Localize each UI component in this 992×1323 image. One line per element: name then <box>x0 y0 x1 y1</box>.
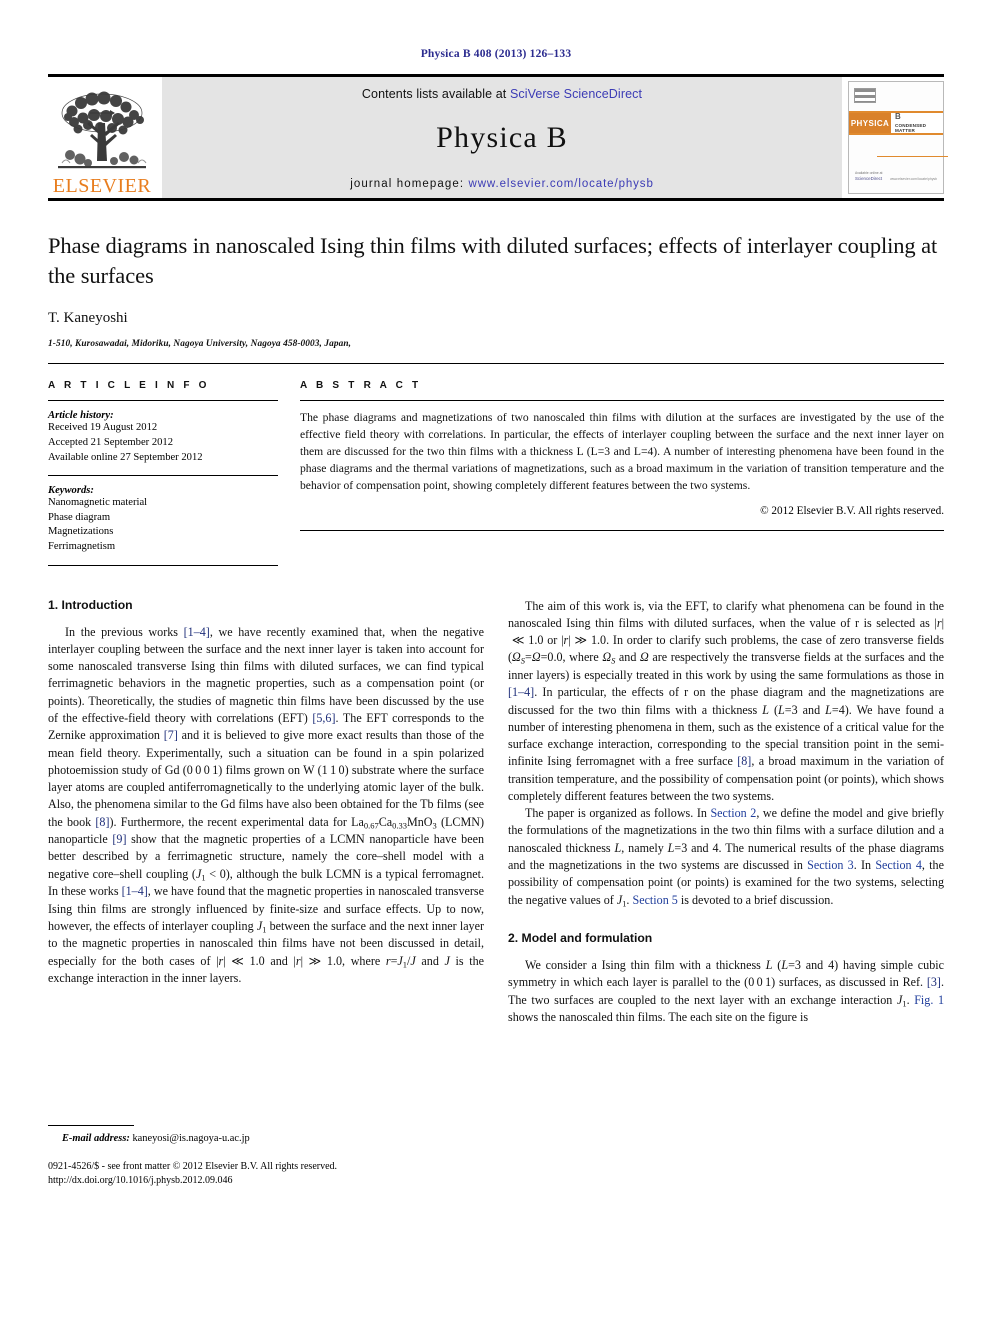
cover-sciencedirect: Available online at ScienceDirect <box>855 171 882 181</box>
citation-link[interactable]: [8] <box>95 815 109 829</box>
article-info-column: A R T I C L E I N F O Article history: R… <box>48 380 278 566</box>
right-column: The aim of this work is, via the EFT, to… <box>508 598 944 1188</box>
citation-link[interactable]: [7] <box>164 728 178 742</box>
article-info-bottom-rule <box>48 564 278 566</box>
intro-paragraph-3: The paper is organized as follows. In Se… <box>508 806 945 908</box>
citation-link[interactable]: [5,6] <box>312 711 335 725</box>
author-list: T. Kaneyoshi <box>48 310 128 327</box>
citation-link[interactable]: [1–4] <box>508 685 534 699</box>
section-link[interactable]: Section 5 <box>632 893 677 907</box>
model-paragraph-1: We consider a Ising thin film with a thi… <box>508 958 945 1025</box>
article-history-label: Article history: <box>48 410 114 422</box>
running-head: Physica B 408 (2013) 126–133 <box>420 48 572 60</box>
cover-title-right: B CONDENSED MATTER <box>891 113 943 133</box>
history-accepted: Accepted 21 September 2012 <box>48 436 174 448</box>
journal-homepage-link[interactable]: www.elsevier.com/locate/physb <box>469 178 654 190</box>
article-info-label: A R T I C L E I N F O <box>48 380 210 392</box>
elsevier-wordmark: ELSEVIER <box>52 175 152 197</box>
section-link[interactable]: Section 2 <box>710 806 756 820</box>
intro-paragraph-1: In the previous works [1–4], we have rec… <box>48 624 484 986</box>
homepage-prefix: journal homepage: <box>350 178 469 190</box>
journal-masthead: ELSEVIER Contents lists available at Sci… <box>48 74 948 198</box>
cover-sciencedirect-label: ScienceDirect <box>855 175 883 181</box>
sciencedirect-link[interactable]: SciVerse ScienceDirect <box>510 87 642 101</box>
figure-link[interactable]: Fig. 1 <box>914 993 944 1007</box>
abstract-copyright: © 2012 Elsevier B.V. All rights reserved… <box>760 504 944 517</box>
contents-lists-line: Contents lists available at SciVerse Sci… <box>362 87 642 101</box>
title-block: Phase diagrams in nanoscaled Ising thin … <box>48 201 944 349</box>
cover-url: www.elsevier.com/locate/physb <box>890 177 937 181</box>
history-received: Received 19 August 2012 <box>48 422 158 434</box>
section-link[interactable]: Section 3 <box>807 858 854 872</box>
keywords-label: Keywords: <box>48 485 94 497</box>
citation-link[interactable]: [3] <box>927 975 941 989</box>
body-columns: 1. Introduction In the previous works [1… <box>48 598 944 1188</box>
intro-paragraph-2: The aim of this work is, via the EFT, to… <box>508 598 944 803</box>
abstract-text: The phase diagrams and magnetizations of… <box>300 411 944 493</box>
cover-subtitle: CONDENSED MATTER <box>895 123 927 133</box>
abstract-column: A B S T R A C T The phase diagrams and m… <box>300 380 944 565</box>
citation-link[interactable]: [8] <box>737 754 751 768</box>
keyword-item: Nanomagnetic material <box>48 497 148 509</box>
cover-title-band: PHYSICA B CONDENSED MATTER <box>849 111 943 135</box>
issn-line: 0921-4526/$ - see front matter © 2012 El… <box>48 1160 338 1172</box>
citation-link[interactable]: [1–4] <box>184 625 210 639</box>
email-address-value[interactable]: kaneyosi@is.nagoya-u.ac.jp <box>132 1133 249 1144</box>
journal-homepage-line: journal homepage: www.elsevier.com/locat… <box>350 178 654 190</box>
section-heading-model: 2. Model and formulation <box>508 931 653 946</box>
footnote-block: E-mail address: kaneyosi@is.nagoya-u.ac.… <box>48 1124 484 1188</box>
elsevier-tree-icon <box>58 91 147 169</box>
doi-line[interactable]: http://dx.doi.org/10.1016/j.physb.2012.0… <box>48 1174 484 1188</box>
info-abstract-row: A R T I C L E I N F O Article history: R… <box>48 363 944 579</box>
article-info-rule <box>48 400 278 402</box>
elsevier-logo: ELSEVIER <box>48 77 156 198</box>
citation-link[interactable]: [1–4] <box>122 884 148 898</box>
keyword-item: Phase diagram <box>48 511 111 523</box>
section-link[interactable]: Section 4 <box>875 858 922 872</box>
footnote-rule <box>48 1124 134 1126</box>
history-keywords-divider <box>48 465 278 477</box>
history-available-online: Available online 27 September 2012 <box>48 451 203 463</box>
abstract-rule <box>300 400 944 402</box>
cover-footer: Available online at ScienceDirect www.el… <box>855 171 937 181</box>
cover-volume-letter: B <box>895 112 901 121</box>
paper-title: Phase diagrams in nanoscaled Ising thin … <box>48 233 938 288</box>
journal-title: Physica B <box>436 120 568 154</box>
journal-cover-thumbnail: PHYSICA B CONDENSED MATTER Available onl… <box>848 81 948 194</box>
cover-journal-title: PHYSICA <box>849 113 891 133</box>
keyword-item: Ferrimagnetism <box>48 541 116 553</box>
affiliation: 1-510, Kurosawadai, Midoriku, Nagoya Uni… <box>48 339 352 350</box>
cover-divider <box>877 156 948 157</box>
citation-link[interactable]: [9] <box>112 832 126 846</box>
footnote-email-line: E-mail address: kaneyosi@is.nagoya-u.ac.… <box>48 1133 484 1144</box>
paper-page: Physica B 408 (2013) 126–133 ELSEVIER Co… <box>0 0 992 1323</box>
keyword-item: Magnetizations <box>48 526 114 538</box>
section-heading-introduction: 1. Introduction <box>48 597 133 612</box>
abstract-bottom-rule <box>300 529 944 531</box>
contents-prefix: Contents lists available at <box>361 87 510 101</box>
abstract-label: A B S T R A C T <box>300 380 422 392</box>
journal-banner: Contents lists available at SciVerse Sci… <box>162 77 842 198</box>
email-address-label: E-mail address: <box>62 1132 130 1144</box>
cover-publisher-mark-icon <box>854 88 876 103</box>
cover-sciencedirect-tagline: Available online at <box>855 171 883 176</box>
left-column: 1. Introduction In the previous works [1… <box>48 598 484 1188</box>
